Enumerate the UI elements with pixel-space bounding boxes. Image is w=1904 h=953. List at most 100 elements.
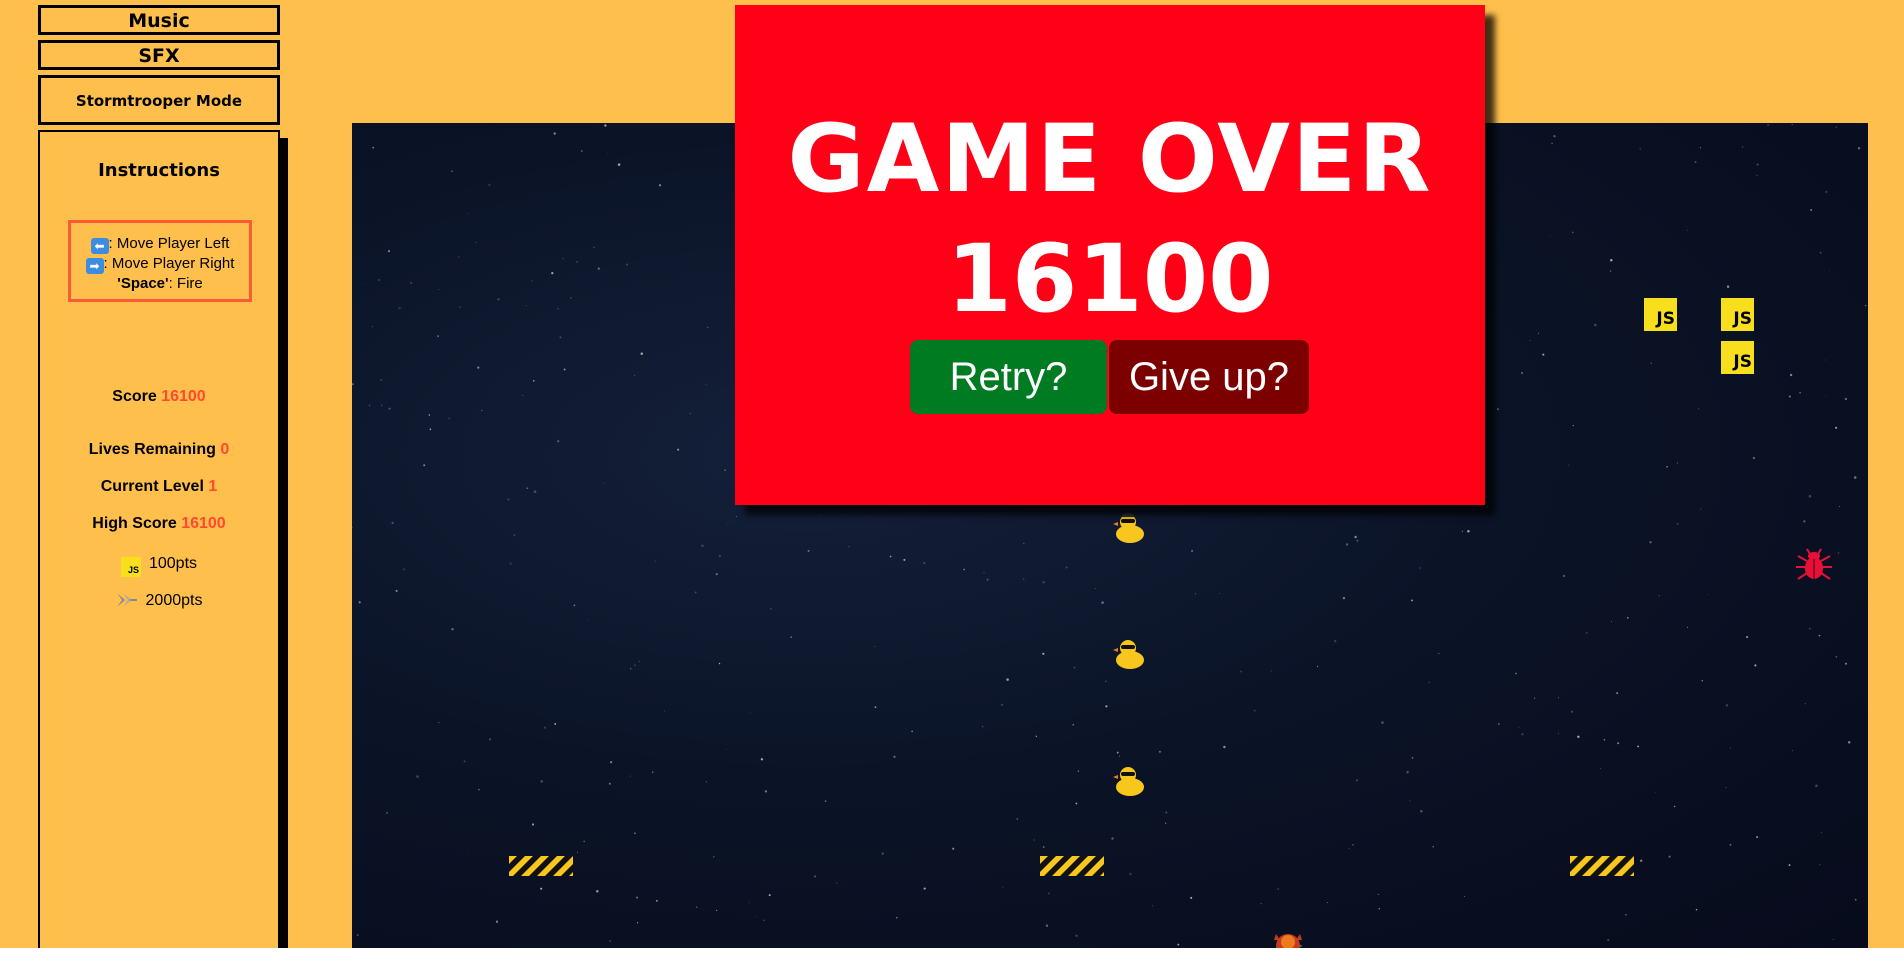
star	[1789, 373, 1793, 377]
star	[1101, 601, 1104, 604]
star	[352, 526, 354, 529]
star	[531, 280, 533, 282]
star	[652, 771, 654, 773]
star	[1603, 738, 1606, 741]
star	[705, 781, 707, 783]
star	[380, 379, 383, 382]
star	[1818, 634, 1821, 637]
star	[429, 428, 432, 431]
control-line-left: ⬅: Move Player Left	[71, 234, 249, 254]
star	[715, 909, 718, 912]
rubber-duck-icon	[1113, 767, 1144, 796]
star	[559, 336, 562, 339]
high-score-value: 16100	[181, 515, 226, 532]
star	[1844, 662, 1847, 665]
star	[1577, 735, 1580, 739]
star	[705, 384, 707, 386]
star	[755, 916, 757, 918]
star	[1788, 395, 1791, 398]
star	[513, 534, 516, 536]
star	[1075, 934, 1078, 938]
star	[1562, 574, 1566, 578]
stormtrooper-mode-button[interactable]: Stormtrooper Mode	[38, 75, 280, 125]
star	[386, 812, 388, 814]
star	[554, 722, 557, 725]
star	[437, 335, 439, 337]
star	[1042, 581, 1045, 584]
star	[1832, 938, 1834, 941]
star	[1467, 530, 1470, 533]
star	[617, 163, 621, 166]
star	[1260, 903, 1262, 905]
star	[1253, 709, 1256, 712]
star	[573, 604, 576, 607]
star	[911, 730, 913, 733]
star	[562, 258, 564, 260]
level-label: Current Level	[100, 478, 204, 495]
star	[1270, 670, 1272, 672]
star	[478, 788, 480, 791]
star	[626, 263, 629, 266]
star	[488, 738, 492, 741]
star	[727, 523, 729, 525]
right-arrow-key-icon: ➡	[85, 258, 104, 274]
star	[1854, 898, 1857, 901]
star	[1617, 742, 1620, 745]
star	[533, 380, 535, 382]
star	[1352, 844, 1354, 846]
star	[790, 636, 793, 638]
space-key-label: 'Space'	[117, 275, 169, 292]
retry-button[interactable]: Retry?	[910, 340, 1107, 414]
star	[557, 440, 560, 443]
sfx-toggle-button[interactable]: SFX	[38, 40, 280, 70]
star	[603, 482, 605, 484]
star	[481, 409, 483, 411]
star	[1158, 750, 1161, 753]
star	[1637, 745, 1640, 748]
instructions-panel: Instructions ⬅: Move Player Left ➡: Move…	[38, 130, 280, 948]
star	[438, 721, 440, 724]
star	[1194, 593, 1197, 595]
star	[488, 183, 491, 187]
star	[1676, 462, 1678, 464]
score-label: Score	[112, 388, 157, 405]
star	[1042, 846, 1045, 848]
star	[724, 469, 726, 471]
star	[1111, 837, 1114, 840]
high-score-stat: High Score 16100	[40, 515, 278, 533]
star	[658, 184, 662, 187]
star	[507, 498, 510, 501]
star	[1077, 770, 1080, 772]
star	[1725, 704, 1728, 707]
game-over-dialog: GAME OVER 16100 Retry? Give up?	[735, 5, 1485, 505]
star	[1129, 872, 1132, 876]
star	[1023, 578, 1025, 580]
star	[451, 628, 454, 631]
star	[1277, 888, 1279, 890]
give-up-button[interactable]: Give up?	[1109, 340, 1309, 414]
star	[1420, 810, 1423, 813]
star	[1815, 784, 1818, 788]
star	[695, 906, 698, 908]
star	[1411, 756, 1414, 759]
star	[553, 132, 556, 135]
star	[1701, 679, 1704, 682]
star	[1698, 408, 1700, 410]
star	[1607, 939, 1610, 942]
star	[1558, 733, 1560, 734]
star	[1345, 543, 1349, 546]
star	[533, 490, 537, 493]
star	[1438, 652, 1440, 655]
star	[372, 146, 374, 149]
star	[1609, 270, 1612, 272]
star	[1334, 640, 1337, 643]
star	[1411, 599, 1413, 602]
music-toggle-button[interactable]: Music	[38, 5, 280, 35]
star	[1808, 495, 1812, 498]
star	[889, 555, 892, 558]
star	[378, 279, 381, 281]
star	[1118, 755, 1121, 757]
instructions-title: Instructions	[98, 160, 220, 181]
star	[1844, 397, 1848, 401]
star	[1001, 703, 1004, 706]
